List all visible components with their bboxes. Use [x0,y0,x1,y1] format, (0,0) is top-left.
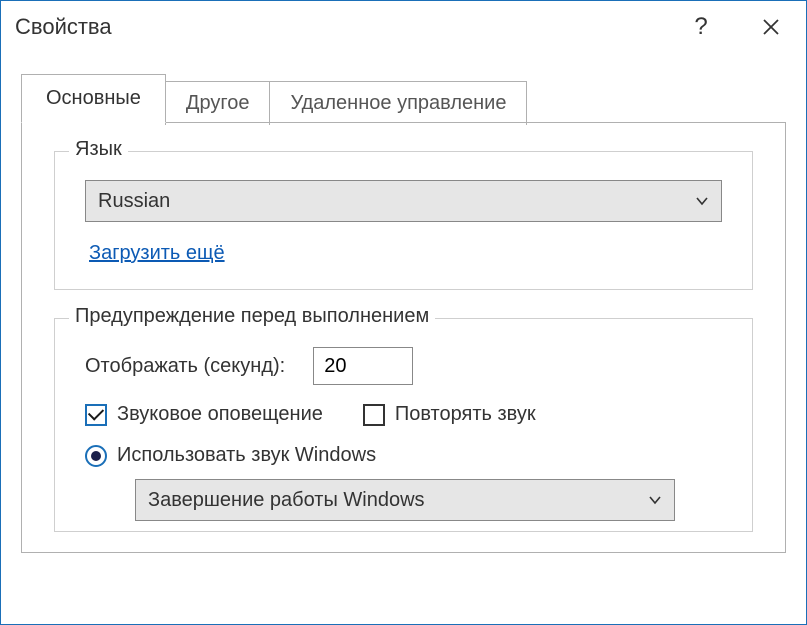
sound-options-row: Звуковое оповещение Повторять звук [85,403,722,426]
display-seconds-row: Отображать (секунд): [85,347,722,385]
tab-label: Другое [186,92,250,114]
sound-alert-label: Звуковое оповещение [117,403,323,426]
display-seconds-input[interactable] [313,347,413,385]
sound-alert-option[interactable]: Звуковое оповещение [85,403,323,426]
tab-main[interactable]: Основные [21,74,166,123]
repeat-sound-label: Повторять звук [395,403,536,426]
warning-legend: Предупреждение перед выполнением [69,305,435,328]
use-windows-sound-radio[interactable] [85,445,107,467]
titlebar: Свойства ? [1,1,806,53]
chevron-down-icon [695,194,709,208]
windows-sound-dropdown[interactable]: Завершение работы Windows [135,479,675,521]
display-seconds-label: Отображать (секунд): [85,355,285,378]
tab-remote-control[interactable]: Удаленное управление [269,81,527,125]
language-dropdown[interactable]: Russian [85,180,722,222]
dialog-content: Основные Другое Удаленное управление Язы… [1,53,806,624]
repeat-sound-option[interactable]: Повторять звук [363,403,536,426]
repeat-sound-checkbox[interactable] [363,404,385,426]
properties-dialog: Свойства ? Основные Другое Удаленное упр… [0,0,807,625]
language-legend: Язык [69,138,128,161]
windows-sound-indent: Завершение работы Windows [135,479,722,521]
window-title: Свойства [15,14,666,40]
sound-alert-checkbox[interactable] [85,404,107,426]
use-windows-sound-label: Использовать звук Windows [117,444,376,467]
warning-group: Предупреждение перед выполнением Отображ… [54,318,753,532]
close-button[interactable] [736,1,806,53]
tab-label: Удаленное управление [290,92,506,114]
tab-label: Основные [46,87,141,109]
close-icon [762,18,780,36]
use-windows-sound-row: Использовать звук Windows [85,444,722,467]
tab-panel-main: Язык Russian Загрузить ещё Предупреждени… [21,122,786,553]
chevron-down-icon [648,493,662,507]
language-group: Язык Russian Загрузить ещё [54,151,753,290]
language-selected: Russian [98,190,170,213]
load-more-link[interactable]: Загрузить ещё [89,242,225,265]
tab-other[interactable]: Другое [165,81,271,125]
help-button[interactable]: ? [666,1,736,53]
help-icon: ? [694,13,707,41]
tab-list: Основные Другое Удаленное управление [21,73,786,122]
windows-sound-selected: Завершение работы Windows [148,489,425,512]
use-windows-sound-option[interactable]: Использовать звук Windows [85,444,376,467]
